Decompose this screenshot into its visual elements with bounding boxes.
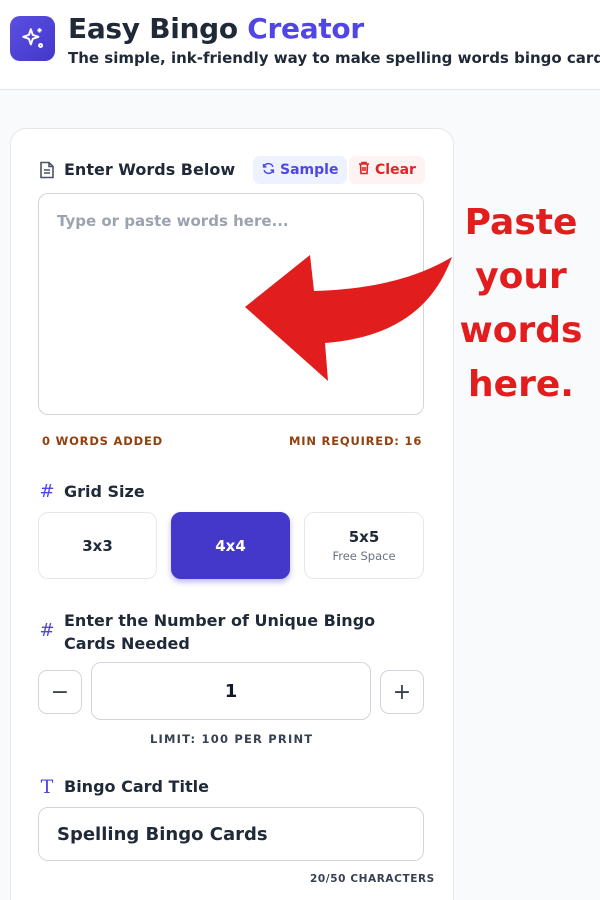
grid-option-3x3[interactable]: 3x3 [38,512,157,579]
decrement-button[interactable]: − [38,670,82,714]
sample-label: Sample [280,162,339,178]
title-label-text: Bingo Card Title [64,777,209,796]
word-count: 0 WORDS ADDED [42,434,163,448]
document-icon [38,161,56,179]
annotation-text: Paste your words here. [459,202,583,405]
trash-icon [358,161,370,179]
sample-button[interactable]: Sample [253,156,348,184]
app-title-main: Easy Bingo [68,12,248,45]
cards-section-label: # Enter the Number of Unique Bingo Cards… [38,609,414,655]
hash-icon: # [39,481,55,502]
card-count-input[interactable]: 1 [91,662,371,720]
increment-button[interactable]: + [380,670,424,714]
app-title-accent: Creator [247,12,364,45]
grid-option-label: 4x4 [215,536,246,555]
min-required: MIN REQUIRED: 16 [289,434,423,448]
sparkles-icon [10,16,55,61]
red-arrow-icon [245,255,452,381]
cards-label-text: Enter the Number of Unique Bingo Cards N… [64,611,376,653]
clear-label: Clear [375,162,416,178]
words-section-label: Enter Words Below [38,160,235,179]
app-subtitle: The simple, ink-friendly way to make spe… [68,49,600,67]
grid-label-text: Grid Size [64,482,145,501]
grid-option-5x5[interactable]: 5x5 Free Space [304,512,424,579]
grid-section-label: # Grid Size [38,481,145,502]
app-title: Easy Bingo Creator [68,12,364,45]
words-label-text: Enter Words Below [64,160,236,179]
refresh-icon [262,162,275,179]
card-limit: LIMIT: 100 PER PRINT [150,732,314,746]
grid-option-sub: Free Space [332,549,396,563]
type-icon: T [40,775,54,798]
char-count: 20/50 CHARACTERS [310,873,435,885]
clear-button[interactable]: Clear [349,156,425,184]
card-title-input[interactable]: Spelling Bingo Cards [38,807,424,861]
hash-icon: # [39,619,55,641]
grid-option-label: 3x3 [82,536,113,555]
grid-option-label: 5x5 [348,528,380,546]
app-header: Easy Bingo Creator The simple, ink-frien… [0,0,600,90]
title-section-label: T Bingo Card Title [38,775,209,798]
grid-option-4x4[interactable]: 4x4 [171,512,290,579]
